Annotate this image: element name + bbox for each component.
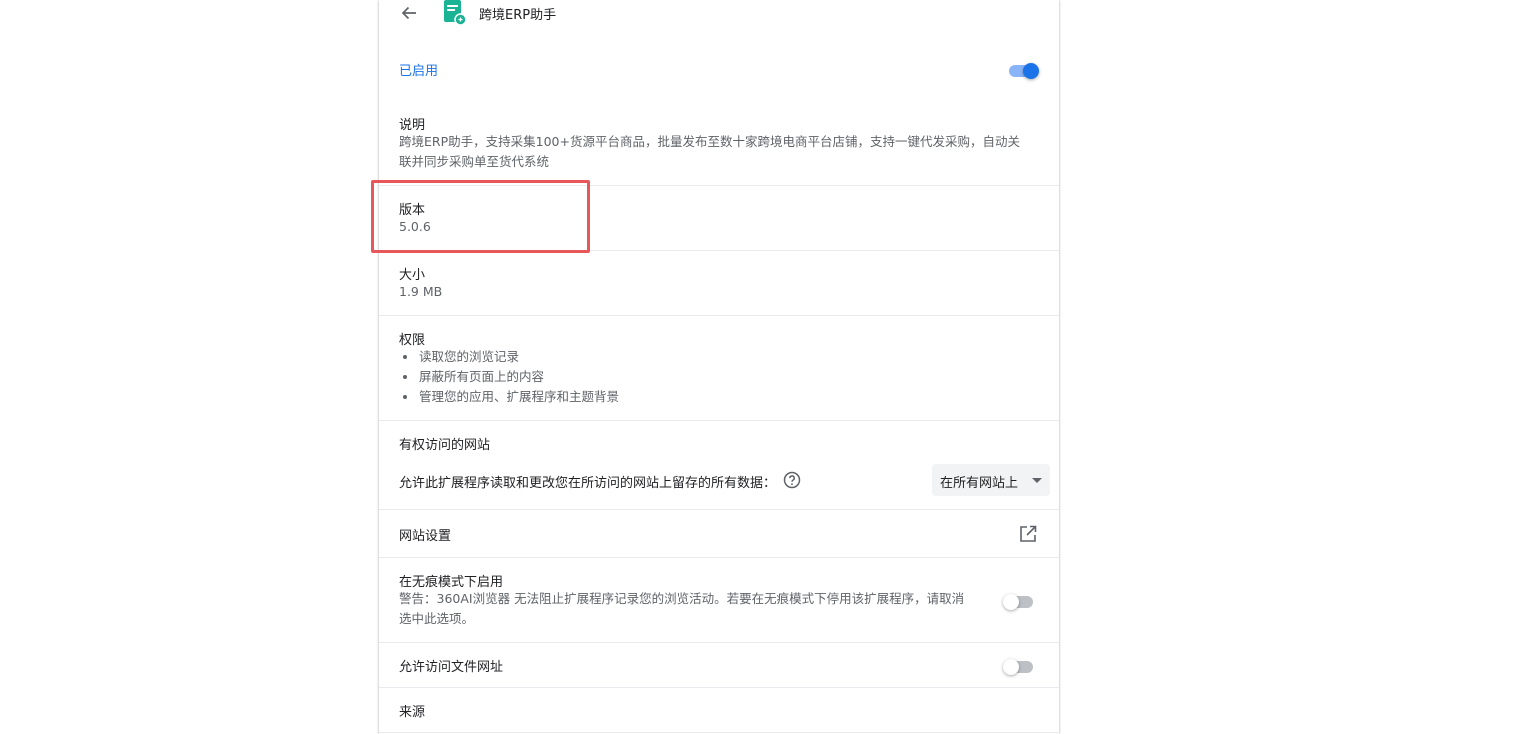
site-settings-label: 网站设置 bbox=[399, 529, 452, 544]
divider bbox=[379, 420, 1059, 421]
bullet-icon bbox=[403, 375, 407, 379]
incognito-warning-line-2: 选中此选项。 bbox=[399, 611, 475, 626]
bullet-icon bbox=[403, 355, 407, 359]
description-title: 说明 bbox=[399, 118, 426, 133]
divider bbox=[379, 732, 1059, 733]
header: 跨境ERP助手 bbox=[379, 0, 1059, 30]
permission-text: 管理您的应用、扩展程序和主题背景 bbox=[419, 389, 620, 404]
site-access-selected: 在所有网站上 bbox=[940, 476, 1019, 491]
permission-text: 读取您的浏览记录 bbox=[419, 349, 520, 364]
incognito-toggle[interactable] bbox=[1003, 590, 1037, 610]
version-value: 5.0.6 bbox=[399, 219, 431, 234]
site-access-select[interactable]: 在所有网站上 bbox=[932, 464, 1050, 496]
extension-details-card: 跨境ERP助手 已启用 说明 跨境ERP助手，支持采集100+货源平台商品，批量… bbox=[379, 0, 1059, 734]
file-urls-label: 允许访问文件网址 bbox=[399, 660, 504, 675]
file-urls-toggle[interactable] bbox=[1003, 655, 1037, 675]
description-line-1: 跨境ERP助手，支持采集100+货源平台商品，批量发布至数十家跨境电商平台店铺，… bbox=[399, 134, 1020, 149]
site-settings-row[interactable]: 网站设置 bbox=[379, 510, 1059, 557]
permissions-list: 读取您的浏览记录 屏蔽所有页面上的内容 管理您的应用、扩展程序和主题背景 bbox=[399, 347, 619, 407]
incognito-title: 在无痕模式下启用 bbox=[399, 575, 504, 590]
toggle-knob bbox=[1023, 63, 1039, 79]
open-in-new-icon[interactable] bbox=[1019, 525, 1037, 543]
toggle-knob bbox=[1003, 659, 1019, 675]
incognito-warning-line-1: 警告：360AI浏览器 无法阻止扩展程序记录您的浏览活动。若要在无痕模式下停用该… bbox=[399, 591, 965, 606]
divider bbox=[379, 250, 1059, 251]
version-title: 版本 bbox=[399, 203, 426, 218]
extension-title: 跨境ERP助手 bbox=[479, 8, 557, 23]
source-title: 来源 bbox=[399, 705, 426, 720]
size-value: 1.9 MB bbox=[399, 284, 443, 299]
extension-logo-icon bbox=[444, 0, 467, 26]
back-button[interactable] bbox=[399, 2, 419, 24]
divider bbox=[379, 315, 1059, 316]
divider bbox=[379, 557, 1059, 558]
divider bbox=[379, 185, 1059, 186]
site-access-description: 允许此扩展程序读取和更改您在所访问的网站上留存的所有数据： bbox=[399, 476, 777, 491]
description-line-2: 联并同步采购单至货代系统 bbox=[399, 154, 550, 169]
permissions-title: 权限 bbox=[399, 333, 426, 348]
divider bbox=[379, 642, 1059, 643]
divider bbox=[379, 687, 1059, 688]
bullet-icon bbox=[403, 395, 407, 399]
toggle-knob bbox=[1003, 594, 1019, 610]
permission-item: 屏蔽所有页面上的内容 bbox=[399, 367, 619, 387]
size-title: 大小 bbox=[399, 268, 426, 283]
permission-text: 屏蔽所有页面上的内容 bbox=[419, 369, 545, 384]
site-access-title: 有权访问的网站 bbox=[399, 438, 491, 453]
dropdown-caret-icon bbox=[1032, 478, 1042, 483]
arrow-back-icon bbox=[401, 6, 416, 20]
enable-toggle[interactable] bbox=[1007, 59, 1041, 79]
permission-item: 读取您的浏览记录 bbox=[399, 347, 619, 367]
enabled-label: 已启用 bbox=[399, 64, 439, 79]
help-circle-icon[interactable] bbox=[783, 471, 801, 489]
permission-item: 管理您的应用、扩展程序和主题背景 bbox=[399, 387, 619, 407]
